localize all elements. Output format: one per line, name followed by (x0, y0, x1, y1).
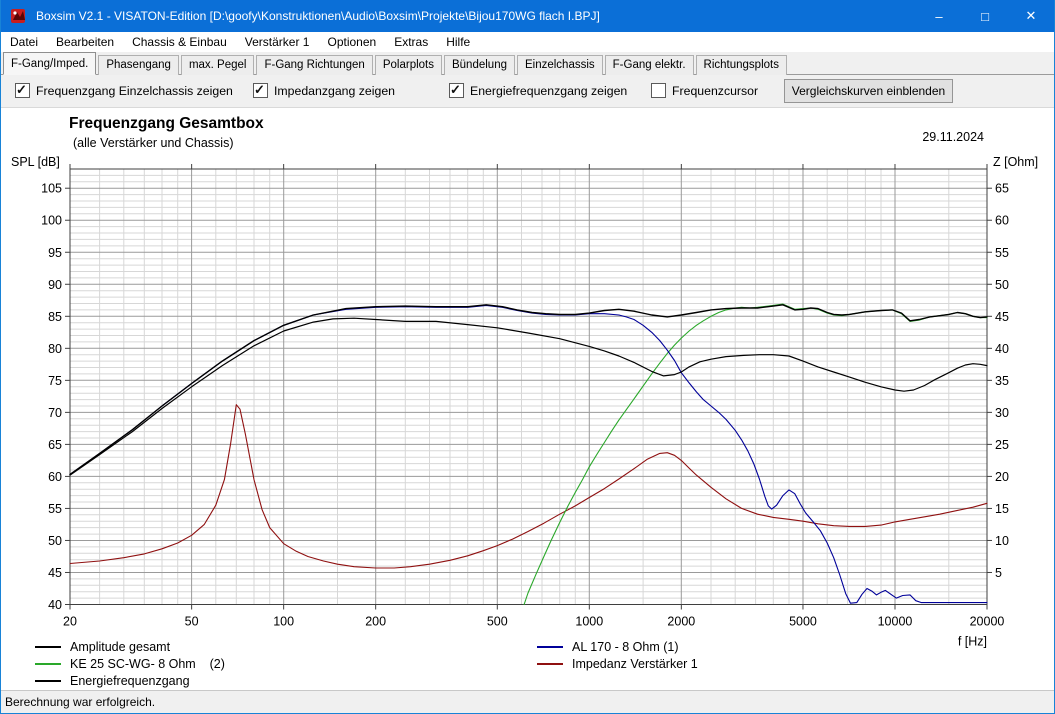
left-axis-label: SPL [dB] (11, 155, 60, 169)
legend-item-ke-25-sc-wg-8-ohm-2: KE 25 SC-WG- 8 Ohm (2) (35, 656, 225, 672)
chart-date: 29.11.2024 (922, 130, 984, 144)
maximize-button[interactable]: □ (962, 0, 1008, 32)
tab-einzelchassis[interactable]: Einzelchassis (516, 55, 603, 75)
legend-label: KE 25 SC-WG- 8 Ohm (2) (70, 657, 225, 671)
checkbox-frequenzgang-einzelchassis-zeigen[interactable]: Frequenzgang Einzelchassis zeigen (15, 82, 233, 98)
checkbox-label: Frequenzcursor (672, 83, 759, 98)
menu-item-extras[interactable]: Extras (385, 33, 437, 51)
tab-bar: F-Gang/Imped. Phasengang max. Pegel F-Gang … (1, 52, 1054, 75)
menu-item-hilfe[interactable]: Hilfe (437, 33, 479, 51)
status-bar: Berechnung war erfolgreich. (1, 690, 1054, 714)
app-window: Boxsim V2.1 - VISATON-Edition [D:\goofy\… (0, 0, 1055, 714)
legend-line-swatch (35, 680, 61, 682)
app-icon (10, 8, 28, 24)
options-bar: Vergleichskurven einblenden Frequenzgang… (1, 75, 1054, 107)
legend-line-swatch (35, 646, 61, 648)
title-bar[interactable]: Boxsim V2.1 - VISATON-Edition [D:\goofy\… (1, 0, 1054, 32)
legend-label: Amplitude gesamt (70, 640, 171, 654)
legend-label: Impedanz Verstärker 1 (572, 657, 698, 671)
tab-f-gang-elektr[interactable]: F-Gang elektr. (604, 55, 694, 75)
menu-bar: Datei Bearbeiten Chassis & Einbau Verstärke… (1, 32, 1054, 53)
legend-label: Energiefrequenzgang (70, 674, 190, 688)
legend-label: AL 170 - 8 Ohm (1) (572, 640, 679, 654)
tab-phasengang[interactable]: Phasengang (98, 55, 179, 75)
legend-item-impedanz-verst-rker-1: Impedanz Verstärker 1 (537, 656, 698, 672)
checkbox-label: Energiefrequenzgang zeigen (470, 83, 628, 98)
tab-max-pegel[interactable]: max. Pegel (180, 55, 255, 75)
checkbox-impedanzgang-zeigen[interactable]: Impedanzgang zeigen (253, 82, 396, 98)
menu-item-bearbeiten[interactable]: Bearbeiten (47, 33, 123, 51)
legend-item-amplitude-gesamt: Amplitude gesamt (35, 639, 170, 655)
checked-checkbox-icon[interactable] (15, 82, 30, 98)
unchecked-checkbox-icon[interactable] (651, 83, 666, 98)
tab-richtungsplots[interactable]: Richtungsplots (695, 55, 787, 75)
tab-f-gang-imped[interactable]: F-Gang/Imped. (3, 52, 97, 75)
menu-item-chassis-einbau[interactable]: Chassis & Einbau (123, 33, 236, 51)
legend-line-swatch (35, 663, 61, 665)
minimize-button[interactable]: – (916, 0, 962, 32)
window-title: Boxsim V2.1 - VISATON-Edition [D:\goofy\… (36, 9, 600, 23)
legend-line-swatch (537, 646, 563, 648)
tab-f-gang-richtungen[interactable]: F-Gang Richtungen (256, 55, 373, 75)
menu-item-datei[interactable]: Datei (1, 33, 47, 51)
menu-item-verst-rker-1[interactable]: Verstärker 1 (236, 33, 319, 51)
checkbox-label: Impedanzgang zeigen (274, 83, 396, 98)
checkbox-energiefrequenzgang-zeigen[interactable]: Energiefrequenzgang zeigen (449, 82, 628, 98)
checked-checkbox-icon[interactable] (449, 82, 464, 98)
status-text: Berechnung war erfolgreich. (5, 695, 156, 709)
close-button[interactable]: ✕ (1008, 0, 1054, 32)
right-axis-label: Z [Ohm] (993, 155, 1039, 169)
chart-panel (1, 107, 1054, 691)
tab-b-ndelung[interactable]: Bündelung (443, 55, 515, 75)
legend-line-swatch (537, 663, 563, 665)
chart-subtitle: (alle Verstärker und Chassis) (73, 136, 234, 150)
menu-item-optionen[interactable]: Optionen (318, 33, 385, 51)
vergleichskurven-button[interactable]: Vergleichskurven einblenden (784, 79, 953, 103)
checkbox-label: Frequenzgang Einzelchassis zeigen (36, 83, 233, 98)
legend-item-al-170-8-ohm-1: AL 170 - 8 Ohm (1) (537, 639, 679, 655)
window-controls: – □ ✕ (916, 0, 1054, 32)
legend-item-energiefrequenzgang: Energiefrequenzgang (35, 673, 190, 689)
checkbox-frequenzcursor[interactable]: Frequenzcursor (651, 83, 758, 98)
tab-polarplots[interactable]: Polarplots (374, 55, 442, 75)
checked-checkbox-icon[interactable] (253, 82, 268, 98)
chart-title: Frequenzgang Gesamtbox (69, 115, 264, 132)
